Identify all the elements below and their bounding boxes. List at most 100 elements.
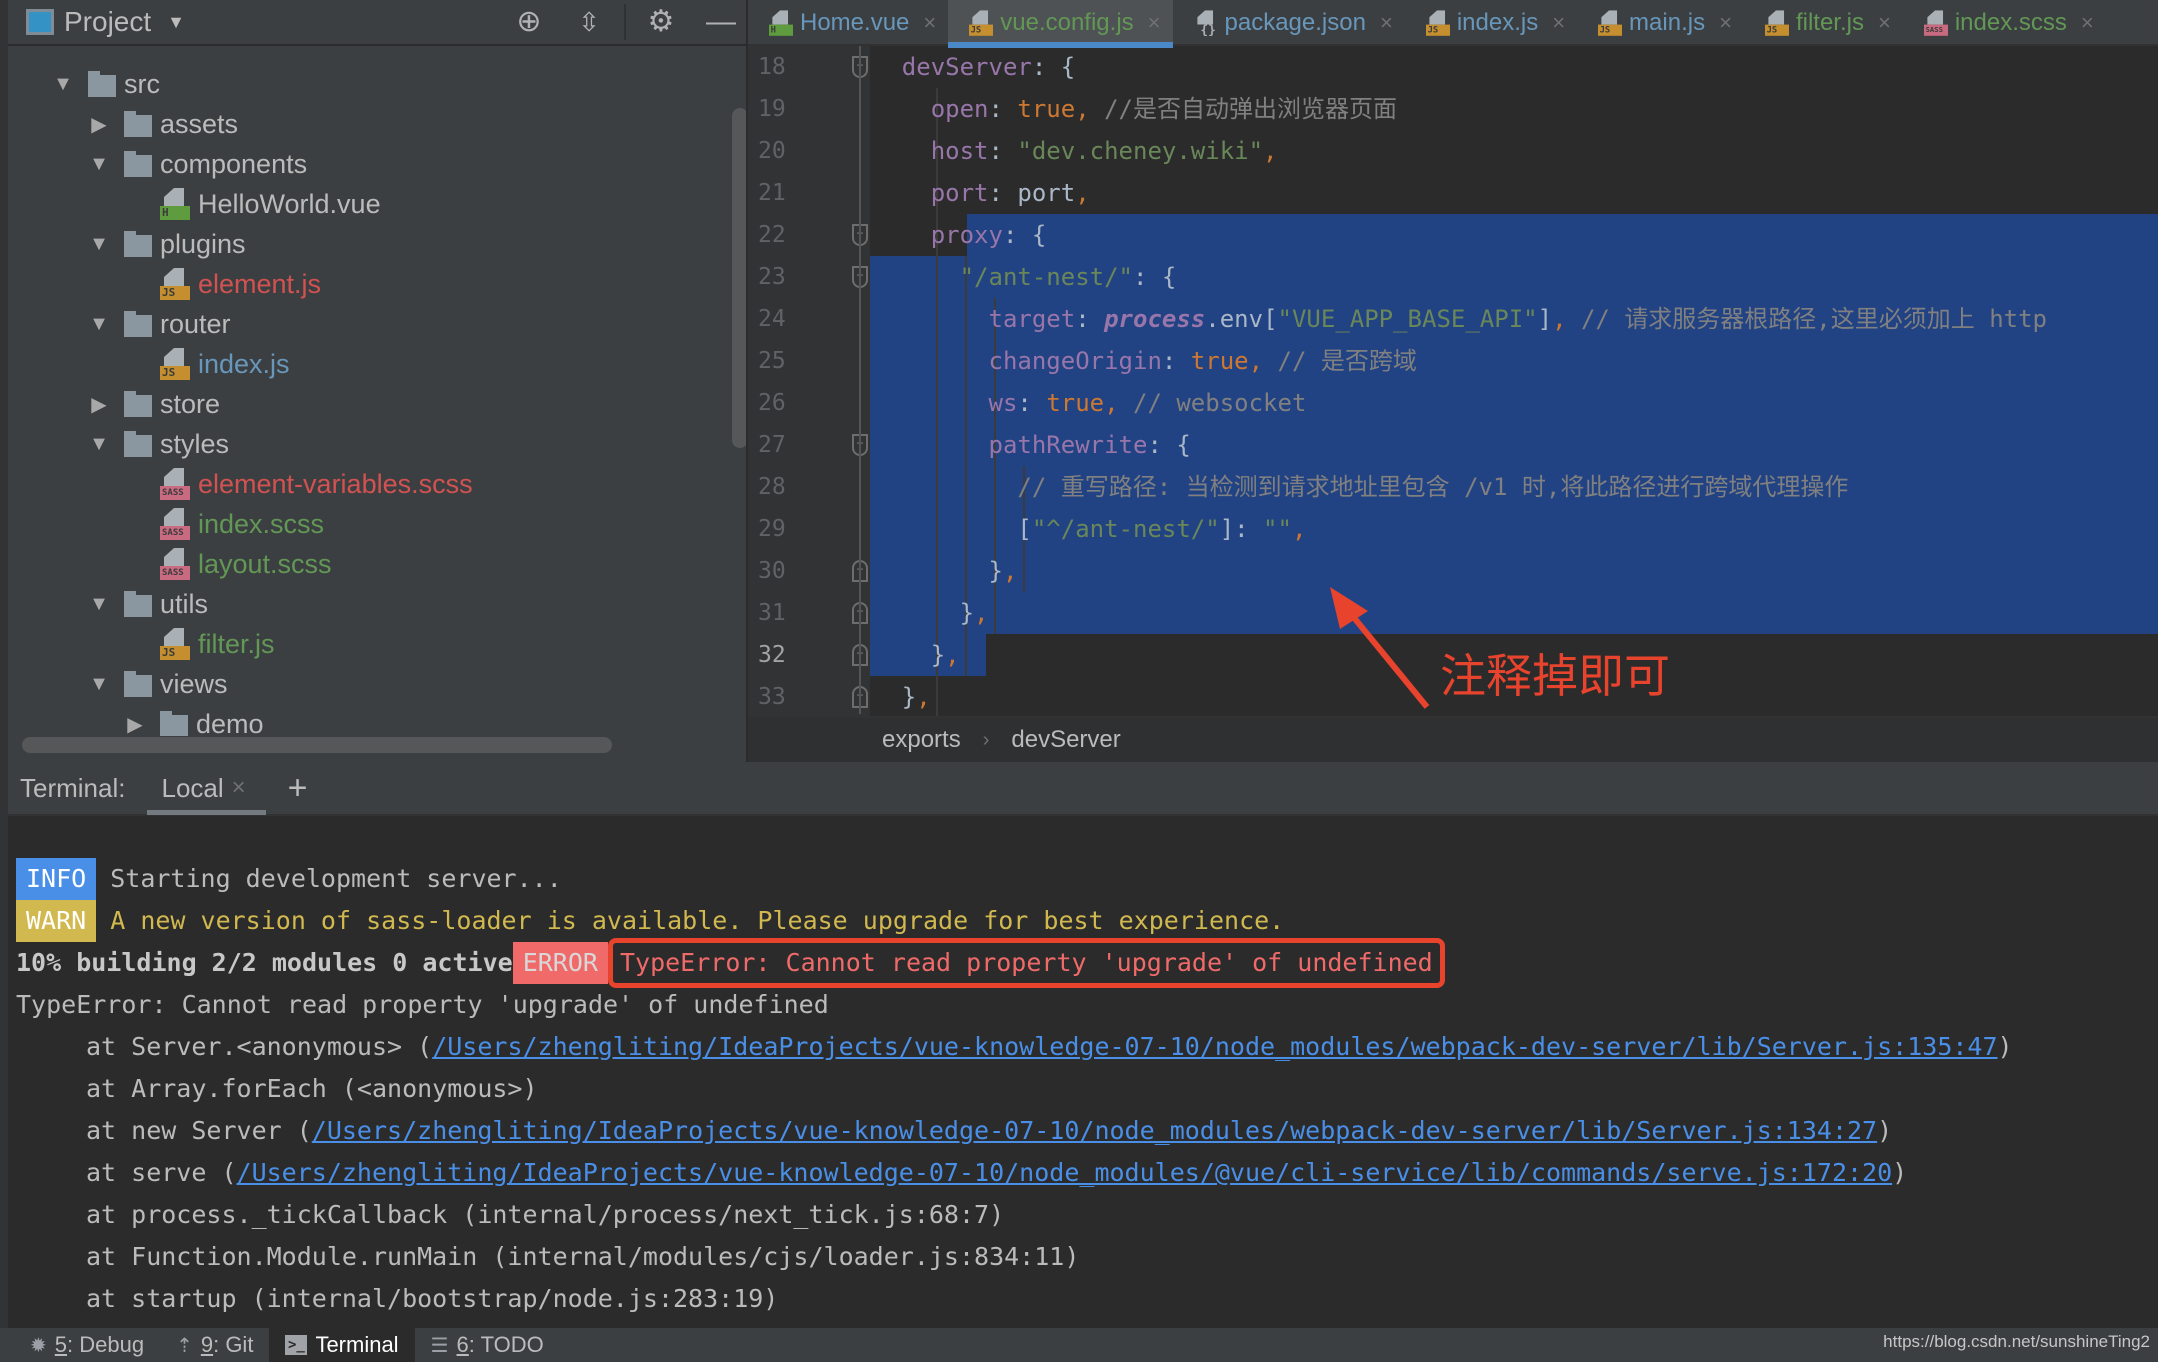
code-line[interactable]: "/ant-nest/": { — [870, 256, 1177, 298]
editor-tab[interactable]: H Home.vue × — [748, 0, 948, 46]
project-view-selector[interactable]: Project ▼ — [26, 6, 185, 38]
code-area[interactable]: devServer: { open: true, //是否自动弹出浏览器页面 h… — [870, 46, 2158, 716]
code-token: } — [959, 599, 975, 627]
file-link[interactable]: /Users/zhengliting/IdeaProjects/vue-know… — [237, 1152, 1893, 1194]
editor-tab[interactable]: SASS index.scss × — [1903, 0, 2106, 46]
code-line[interactable]: }, — [870, 634, 960, 676]
code-token: ]: — [1219, 515, 1264, 543]
tree-item-label: views — [160, 668, 228, 699]
close-icon[interactable]: × — [232, 774, 246, 802]
editor-tab[interactable]: JS main.js × — [1577, 0, 1744, 46]
expanded-arrow-icon[interactable]: ▼ — [88, 673, 110, 696]
terminal-line: at process._tickCallback (internal/proce… — [16, 1194, 2156, 1236]
locate-icon[interactable]: ⊕ — [512, 7, 546, 37]
code-token: true, — [1017, 95, 1090, 123]
editor-tab[interactable]: {} package.json × — [1173, 0, 1405, 46]
code-line[interactable]: host: "dev.cheney.wiki", — [870, 130, 1278, 172]
code-line[interactable]: }, — [870, 592, 989, 634]
tool-window-terminal[interactable]: >_ Terminal — [269, 1328, 415, 1362]
breadcrumb-item-devserver[interactable]: devServer — [1011, 726, 1120, 754]
code-line[interactable]: ["^/ant-nest/"]: "", — [870, 508, 1306, 550]
page-glyph — [164, 508, 184, 526]
close-icon[interactable]: × — [1148, 10, 1161, 36]
close-icon[interactable]: × — [1380, 10, 1393, 36]
collapsed-arrow-icon[interactable]: ▶ — [88, 112, 110, 137]
tree-item[interactable]: H HelloWorld.vue — [160, 184, 381, 224]
code-line[interactable]: pathRewrite: { — [870, 424, 1191, 466]
tree-item[interactable]: ▶ store — [88, 384, 220, 424]
collapse-all-icon[interactable]: ⇳ — [572, 7, 606, 37]
code-line[interactable]: }, — [870, 550, 1018, 592]
terminal-text: at new Server ( — [86, 1116, 312, 1145]
code-line[interactable]: ws: true, // websocket — [870, 382, 1307, 424]
tree-item[interactable]: ▼ src — [52, 64, 160, 104]
code-line[interactable]: }, — [870, 676, 931, 716]
tree-item[interactable]: JS filter.js — [160, 624, 275, 664]
page-glyph — [164, 348, 184, 366]
tree-item-label: filter.js — [198, 628, 275, 659]
collapsed-arrow-icon[interactable]: ▶ — [124, 712, 146, 737]
tree-item[interactable]: SASS index.scss — [160, 504, 324, 544]
tree-item[interactable]: SASS element-variables.scss — [160, 464, 473, 504]
tree-item[interactable]: ▶ assets — [88, 104, 238, 144]
close-icon[interactable]: × — [1552, 10, 1565, 36]
terminal-tab-local[interactable]: Local × — [147, 761, 266, 815]
expanded-arrow-icon[interactable]: ▼ — [52, 73, 74, 96]
code-line[interactable]: target: process.env["VUE_APP_BASE_API"],… — [870, 298, 2048, 340]
file-link[interactable]: /Users/zhengliting/IdeaProjects/vue-know… — [312, 1110, 1877, 1152]
expanded-arrow-icon[interactable]: ▼ — [88, 313, 110, 336]
code-token: pathRewrite — [988, 431, 1148, 459]
error-highlight-box — [607, 938, 1445, 988]
tree-item[interactable]: ▼ styles — [88, 424, 229, 464]
breadcrumb-item-exports[interactable]: exports — [882, 726, 961, 754]
tree-item[interactable]: ▼ utils — [88, 584, 208, 624]
close-icon[interactable]: × — [2081, 10, 2094, 36]
tree-item[interactable]: ▼ views — [88, 664, 228, 704]
code-line[interactable]: devServer: { — [870, 46, 1075, 88]
sass-badge: SASS — [160, 486, 190, 500]
code-line[interactable]: open: true, //是否自动弹出浏览器页面 — [870, 88, 1397, 130]
expanded-arrow-icon[interactable]: ▼ — [88, 153, 110, 176]
editor-tab[interactable]: JS vue.config.js × — [948, 0, 1173, 48]
code-line[interactable]: changeOrigin: true, // 是否跨域 — [870, 340, 1417, 382]
expanded-arrow-icon[interactable]: ▼ — [88, 593, 110, 616]
tool-window-debug[interactable]: ✹ 5: Debug — [14, 1328, 160, 1362]
code-token: , — [1002, 557, 1018, 585]
minimize-icon[interactable]: — — [704, 7, 738, 37]
tree-item[interactable]: JS index.js — [160, 344, 290, 384]
code-line[interactable]: // 重写路径: 当检测到请求地址里包含 /v1 时,将此路径进行跨域代理操作 — [870, 466, 1848, 508]
expanded-arrow-icon[interactable]: ▼ — [88, 233, 110, 256]
expanded-arrow-icon[interactable]: ▼ — [88, 433, 110, 456]
code-line[interactable]: port: port, — [870, 172, 1090, 214]
terminal-text: TypeError: Cannot read property 'upgrade… — [16, 990, 829, 1019]
tree-item[interactable]: SASS layout.scss — [160, 544, 332, 584]
tool-window-todo[interactable]: ☰ 6: TODO — [415, 1328, 560, 1362]
tree-item[interactable]: ▼ router — [88, 304, 230, 344]
tree-item[interactable]: ▼ plugins — [88, 224, 245, 264]
page-glyph — [1768, 10, 1785, 25]
tree-item[interactable]: ▶ demo — [124, 704, 264, 736]
sass-badge: SASS — [160, 526, 190, 540]
tree-horizontal-scrollbar[interactable] — [22, 737, 612, 753]
code-token: : { — [1031, 53, 1076, 81]
terminal-panel: Terminal: Local × + INFO Starting develop… — [0, 762, 2158, 1328]
editor-tab[interactable]: JS filter.js × — [1744, 0, 1903, 46]
close-icon[interactable]: × — [923, 10, 936, 36]
add-terminal-icon[interactable]: + — [288, 769, 308, 808]
editor-tab[interactable]: JS index.js × — [1405, 0, 1577, 46]
collapsed-arrow-icon[interactable]: ▶ — [88, 392, 110, 417]
file-link[interactable]: /Users/zhengliting/IdeaProjects/vue-know… — [432, 1026, 1997, 1068]
close-icon[interactable]: × — [1878, 10, 1891, 36]
tree-item[interactable]: ▼ components — [88, 144, 307, 184]
close-icon[interactable]: × — [1719, 10, 1732, 36]
annotation-arrow-icon — [1330, 587, 1430, 709]
terminal-output[interactable]: INFO Starting development server... WARN A … — [16, 858, 2156, 1320]
code-line[interactable]: proxy: { — [870, 214, 1047, 256]
gear-icon[interactable]: ⚙ — [644, 7, 678, 37]
sass-file-icon: SASS — [160, 464, 190, 504]
tree-item[interactable]: JS element.js — [160, 264, 321, 304]
tree-item-label: styles — [160, 428, 230, 459]
tool-window-git[interactable]: ⇡ 9: Git — [160, 1328, 269, 1362]
